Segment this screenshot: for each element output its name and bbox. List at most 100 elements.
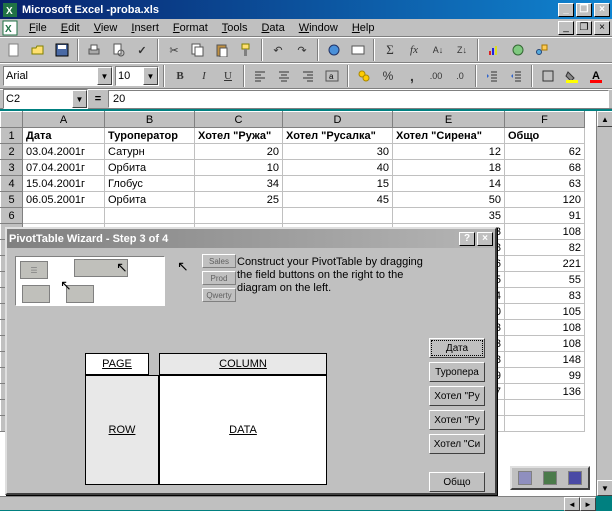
pivot-row-area[interactable]: ROW: [85, 375, 159, 485]
col-header[interactable]: C: [195, 112, 283, 128]
dropdown-icon[interactable]: ▼: [143, 67, 158, 85]
cell[interactable]: 50: [393, 192, 505, 208]
cell[interactable]: 07.04.2001г: [23, 160, 105, 176]
underline-button[interactable]: U: [217, 65, 239, 87]
scroll-left-button[interactable]: ◄: [564, 497, 580, 511]
decrease-decimal-button[interactable]: .0: [449, 65, 471, 87]
cell[interactable]: Хотел "Сирена": [393, 128, 505, 144]
format-painter-button[interactable]: [235, 39, 257, 61]
scroll-up-button[interactable]: ▲: [597, 111, 612, 127]
bold-button[interactable]: B: [169, 65, 191, 87]
cell[interactable]: Хотел "Русалка": [283, 128, 393, 144]
cell[interactable]: [505, 416, 585, 432]
cell[interactable]: 108: [505, 320, 585, 336]
menu-data[interactable]: Data: [254, 21, 291, 35]
menu-tools[interactable]: Tools: [215, 21, 255, 35]
child-minimize-button[interactable]: _: [558, 21, 574, 35]
autosum-button[interactable]: Σ: [379, 39, 401, 61]
child-close-button[interactable]: ×: [594, 21, 610, 35]
new-button[interactable]: [3, 39, 25, 61]
menu-edit[interactable]: Edit: [54, 21, 87, 35]
sort-desc-button[interactable]: Z↓: [451, 39, 473, 61]
table-row[interactable]: 506.05.2001гОрбита254550120: [1, 192, 585, 208]
name-box[interactable]: C2 ▼: [3, 89, 88, 109]
maximize-button[interactable]: ❐: [576, 3, 592, 17]
cell[interactable]: 91: [505, 208, 585, 224]
dropdown-icon[interactable]: ▼: [72, 90, 87, 108]
child-restore-button[interactable]: ❐: [576, 21, 592, 35]
cell[interactable]: 136: [505, 384, 585, 400]
percent-button[interactable]: %: [377, 65, 399, 87]
column-headers[interactable]: A B C D E F: [1, 112, 585, 128]
col-header[interactable]: E: [393, 112, 505, 128]
increase-indent-button[interactable]: [505, 65, 527, 87]
cell[interactable]: 10: [195, 160, 283, 176]
dropdown-icon[interactable]: ▼: [97, 67, 112, 85]
cell[interactable]: 40: [283, 160, 393, 176]
cell[interactable]: 108: [505, 336, 585, 352]
cell[interactable]: 20: [195, 144, 283, 160]
cut-button[interactable]: ✂: [163, 39, 185, 61]
cell[interactable]: [195, 208, 283, 224]
cell[interactable]: 120: [505, 192, 585, 208]
row-header[interactable]: 3: [1, 160, 23, 176]
cell[interactable]: [505, 400, 585, 416]
cell[interactable]: 148: [505, 352, 585, 368]
align-left-button[interactable]: [249, 65, 271, 87]
scroll-down-button[interactable]: ▼: [597, 480, 612, 496]
menu-file[interactable]: File: [22, 21, 54, 35]
cell[interactable]: 06.05.2001г: [23, 192, 105, 208]
menu-help[interactable]: Help: [345, 21, 382, 35]
font-size-combo[interactable]: 10 ▼: [115, 66, 159, 86]
cell[interactable]: 55: [505, 272, 585, 288]
row-header[interactable]: 5: [1, 192, 23, 208]
col-header[interactable]: F: [505, 112, 585, 128]
pivot-field-button[interactable]: Туропера: [429, 362, 485, 382]
cell[interactable]: 35: [393, 208, 505, 224]
col-header[interactable]: A: [23, 112, 105, 128]
pivot-field-button-total[interactable]: Общо: [429, 472, 485, 492]
minimize-button[interactable]: _: [558, 3, 574, 17]
cell[interactable]: Общо: [505, 128, 585, 144]
menu-format[interactable]: Format: [166, 21, 215, 35]
font-color-button[interactable]: A: [585, 65, 607, 87]
cell[interactable]: 68: [505, 160, 585, 176]
wizard-help-button[interactable]: ?: [459, 232, 475, 246]
cell[interactable]: [105, 208, 195, 224]
merge-center-button[interactable]: a: [321, 65, 343, 87]
redo-button[interactable]: ↷: [291, 39, 313, 61]
web-toolbar-button[interactable]: [347, 39, 369, 61]
table-row[interactable]: 203.04.2001гСатурн20301262: [1, 144, 585, 160]
cell[interactable]: 105: [505, 304, 585, 320]
cell[interactable]: Хотел "Ружа": [195, 128, 283, 144]
row-header[interactable]: 1: [1, 128, 23, 144]
comma-button[interactable]: ,: [401, 65, 423, 87]
align-center-button[interactable]: [273, 65, 295, 87]
paste-button[interactable]: [211, 39, 233, 61]
color-swatch-icon[interactable]: [518, 471, 532, 485]
cell[interactable]: 03.04.2001г: [23, 144, 105, 160]
wizard-mini-button[interactable]: Qwerty: [202, 288, 236, 302]
cell[interactable]: 18: [393, 160, 505, 176]
chart-wizard-button[interactable]: [483, 39, 505, 61]
print-button[interactable]: [83, 39, 105, 61]
cell[interactable]: Орбита: [105, 160, 195, 176]
cell[interactable]: 34: [195, 176, 283, 192]
spellcheck-button[interactable]: ✓: [131, 39, 153, 61]
cell[interactable]: 15.04.2001г: [23, 176, 105, 192]
cell[interactable]: 25: [195, 192, 283, 208]
align-right-button[interactable]: [297, 65, 319, 87]
cell[interactable]: 12: [393, 144, 505, 160]
cell[interactable]: Сатурн: [105, 144, 195, 160]
cell[interactable]: Орбита: [105, 192, 195, 208]
table-row[interactable]: 307.04.2001гОрбита10401868: [1, 160, 585, 176]
horizontal-scrollbar[interactable]: ◄ ►: [0, 496, 596, 510]
function-button[interactable]: fx: [403, 39, 425, 61]
pivot-field-button[interactable]: Хотел "Ру: [429, 386, 485, 406]
scroll-right-button[interactable]: ►: [580, 497, 596, 511]
cell[interactable]: [283, 208, 393, 224]
row-header[interactable]: 4: [1, 176, 23, 192]
italic-button[interactable]: I: [193, 65, 215, 87]
drawing-button[interactable]: [531, 39, 553, 61]
save-button[interactable]: [51, 39, 73, 61]
